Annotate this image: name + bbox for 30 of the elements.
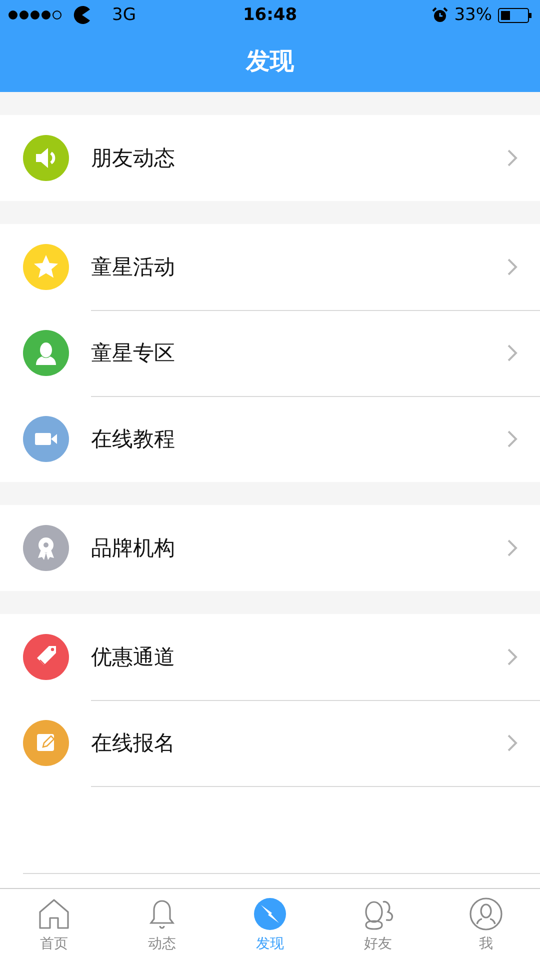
chevron-icon [507, 734, 518, 752]
chevron-icon [507, 539, 518, 557]
menu-item[interactable]: 童星专区 [0, 310, 540, 396]
menu-item[interactable]: 优惠通道 [0, 614, 540, 700]
menu-item[interactable]: 在线报名 [0, 700, 540, 786]
user-icon [469, 896, 503, 930]
menu-label: 品牌机构 [91, 535, 175, 562]
alarm-icon [432, 7, 448, 23]
chevron-icon [507, 258, 518, 276]
page-title: 发现 [246, 46, 294, 77]
clock-time: 16:48 [242, 5, 298, 25]
menu-label: 童星活动 [91, 254, 175, 281]
battery-percent: 33% [454, 5, 492, 25]
menu-label: 童星专区 [91, 340, 175, 367]
menu-item[interactable]: 在线教程 [0, 396, 540, 482]
battery-icon [498, 8, 532, 22]
menu-label: 在线报名 [91, 730, 175, 757]
menu-label: 朋友动态 [91, 145, 175, 172]
chevron-icon [507, 149, 518, 167]
menu-label: 优惠通道 [91, 644, 175, 671]
chevron-icon [507, 430, 518, 448]
menu-item[interactable]: 童星活动 [0, 224, 540, 310]
network-type: 3G [112, 5, 136, 25]
signal-icon [8, 5, 92, 25]
home-icon [37, 896, 71, 930]
menu-label: 在线教程 [91, 426, 175, 453]
menu-item[interactable]: 品牌机构 [0, 505, 540, 591]
menu-item[interactable]: 朋友动态 [0, 115, 540, 201]
chevron-icon [507, 344, 518, 362]
chevron-icon [507, 648, 518, 666]
